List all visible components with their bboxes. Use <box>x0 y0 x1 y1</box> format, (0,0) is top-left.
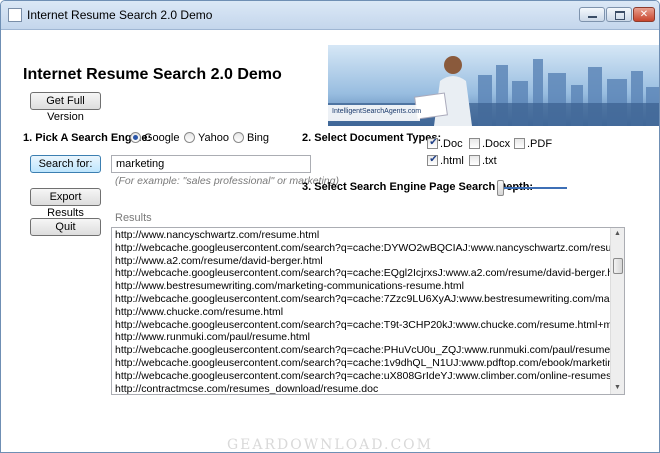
checkbox-pdf[interactable] <box>514 138 525 149</box>
doc-types-label: 2. Select Document Types: <box>302 132 442 144</box>
result-line: http://webcache.googleusercontent.com/se… <box>115 292 611 305</box>
checkmark-icon: ✔ <box>429 137 438 148</box>
radio-bing-label: Bing <box>247 132 270 144</box>
checkbox-docx[interactable] <box>469 138 480 149</box>
result-line: http://www.a2.com/resume/david-berger.ht… <box>115 254 323 267</box>
result-line: http://webcache.googleusercontent.com/se… <box>115 369 611 382</box>
app-heading: Internet Resume Search 2.0 Demo <box>23 66 282 83</box>
app-window-icon <box>8 8 22 22</box>
get-full-version-button[interactable]: Get Full Version <box>30 92 101 123</box>
checkbox-doc[interactable]: ✔ <box>427 137 438 149</box>
result-line: http://webcache.googleusercontent.com/se… <box>115 241 611 254</box>
result-line: http://webcache.googleusercontent.com/se… <box>115 318 611 331</box>
close-icon: ✕ <box>639 9 649 20</box>
search-depth-slider-thumb[interactable] <box>497 180 504 196</box>
search-for-button[interactable]: Search for: <box>30 155 101 173</box>
radio-google-label: Google <box>144 132 180 144</box>
checkbox-html-label: .html <box>440 155 464 167</box>
scroll-down-arrow-icon[interactable]: ▼ <box>611 382 624 394</box>
quit-button[interactable]: Quit <box>30 218 101 236</box>
client-area: Internet Resume Search 2.0 Demo Intellig… <box>1 30 659 452</box>
scroll-up-arrow-icon[interactable]: ▲ <box>611 228 624 240</box>
result-line: http://contractmcse.com/resumes_download… <box>115 382 379 395</box>
radio-bing[interactable] <box>233 132 244 143</box>
result-line: http://webcache.googleusercontent.com/se… <box>115 356 611 369</box>
minimize-icon <box>588 16 597 18</box>
search-input[interactable]: marketing <box>111 155 311 173</box>
watermark: GEARDOWNLOAD.COM <box>227 437 433 453</box>
maximize-icon <box>615 11 625 20</box>
results-label: Results <box>115 212 152 224</box>
banner-site-text: IntelligentSearchAgents.com <box>332 108 422 115</box>
minimize-button[interactable] <box>579 7 605 22</box>
result-line: http://www.chucke.com/resume.html <box>115 305 284 318</box>
banner-image: IntelligentSearchAgents.com <box>328 45 659 126</box>
checkbox-html[interactable]: ✔ <box>427 154 438 166</box>
results-scrollbar-thumb[interactable] <box>613 258 623 274</box>
checkbox-docx-label: .Docx <box>482 138 511 150</box>
result-line: http://www.runmuki.com/paul/resume.html <box>115 331 310 344</box>
results-textarea[interactable]: http://www.nancyschwartz.com/resume.html… <box>111 227 625 395</box>
title-bar[interactable]: Internet Resume Search 2.0 Demo ✕ <box>1 1 659 30</box>
window-title: Internet Resume Search 2.0 Demo <box>27 8 213 22</box>
search-depth-slider-track[interactable] <box>501 187 567 189</box>
checkbox-doc-label: .Doc <box>440 138 463 150</box>
checkbox-pdf-label: .PDF <box>527 138 553 150</box>
radio-yahoo-label: Yahoo <box>198 132 229 144</box>
app-window: Internet Resume Search 2.0 Demo ✕ Intern… <box>0 0 660 453</box>
result-line: http://webcache.googleusercontent.com/se… <box>115 267 611 280</box>
export-results-button[interactable]: Export Results <box>30 188 101 219</box>
checkbox-txt-label: .txt <box>482 155 497 167</box>
checkmark-icon: ✔ <box>429 154 438 165</box>
result-line: http://www.nancyschwartz.com/resume.html <box>115 229 320 241</box>
close-button[interactable]: ✕ <box>633 7 655 22</box>
radio-yahoo[interactable] <box>184 132 195 143</box>
result-line: http://www.bestresumewriting.com/marketi… <box>115 280 464 293</box>
result-line: http://webcache.googleusercontent.com/se… <box>115 344 611 357</box>
results-scrollbar[interactable]: ▲ ▼ <box>610 228 624 394</box>
results-list: http://www.nancyschwartz.com/resume.html… <box>115 229 611 395</box>
maximize-button[interactable] <box>606 7 632 22</box>
radio-google[interactable] <box>130 132 141 143</box>
checkbox-txt[interactable] <box>469 155 480 166</box>
